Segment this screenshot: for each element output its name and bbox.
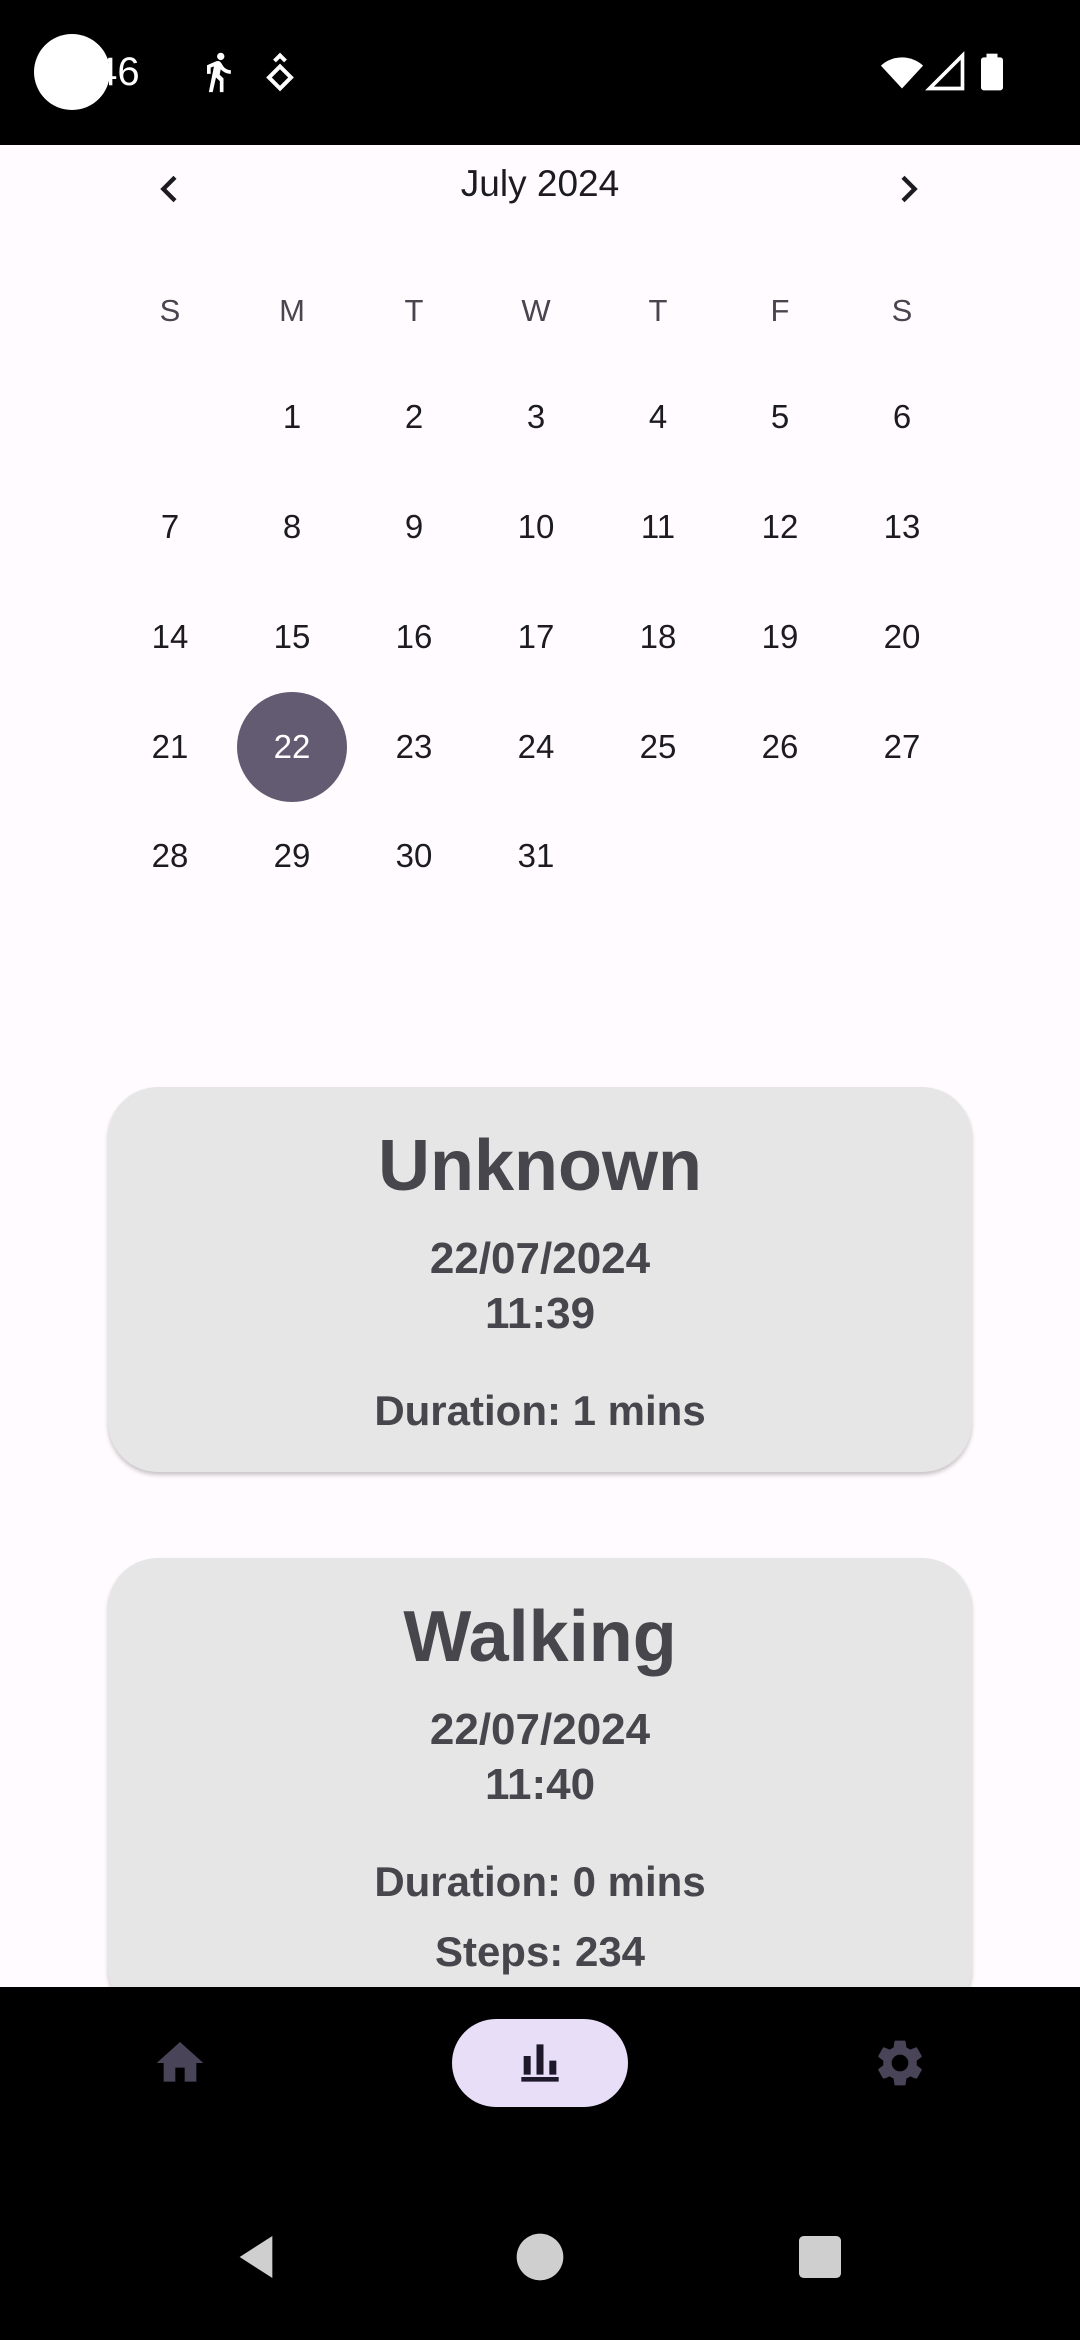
calendar-day[interactable]: 11	[603, 472, 713, 582]
bar-chart-icon	[521, 2044, 559, 2082]
calendar-day[interactable]: 7	[115, 472, 225, 582]
calendar-day[interactable]: 28	[115, 801, 225, 911]
calendar-day[interactable]: 1	[237, 362, 347, 472]
back-triangle-icon	[239, 2236, 273, 2278]
activity-title: Walking	[403, 1597, 677, 1677]
weekday-label: M	[279, 293, 305, 328]
calendar-day[interactable]: 13	[847, 472, 957, 582]
bottom-navigation	[0, 1987, 1080, 2177]
activity-steps: Steps: 234	[434, 1928, 646, 1975]
calendar-day[interactable]: 4	[603, 362, 713, 472]
calendar-day[interactable]: 18	[603, 582, 713, 692]
calendar-day[interactable]: 17	[481, 582, 591, 692]
chevron-right-icon	[901, 175, 918, 203]
weekday-label: S	[159, 293, 181, 328]
nav-stats-button[interactable]	[452, 2019, 628, 2107]
wifi-icon	[880, 50, 924, 94]
calendar-day[interactable]: 23	[359, 692, 469, 802]
recents-square-icon	[799, 2236, 841, 2278]
calendar-day[interactable]: 15	[237, 582, 347, 692]
activity-time: 11:40	[484, 1760, 596, 1809]
phone-screen: :46 July 2024 S M T W T F S 1 2 3 4 5 6 7 8 9 10	[0, 0, 1080, 2340]
next-month-button[interactable]	[880, 161, 936, 217]
weekday-label: T	[404, 293, 424, 328]
calendar-day[interactable]: 21	[115, 692, 225, 802]
calendar-day[interactable]: 8	[237, 472, 347, 582]
calendar-day[interactable]: 14	[115, 582, 225, 692]
weekday-label: F	[770, 293, 790, 328]
system-back-button[interactable]	[228, 2229, 284, 2285]
weekday-label: W	[521, 293, 551, 328]
system-recents-button[interactable]	[792, 2229, 848, 2285]
calendar-day-selected[interactable]: 22	[237, 692, 347, 802]
system-navigation-bar	[0, 2177, 1080, 2340]
calendar-day[interactable]: 12	[725, 472, 835, 582]
nav-settings-button[interactable]	[860, 2019, 940, 2107]
activity-time: 11:39	[484, 1289, 596, 1338]
running-icon	[196, 50, 240, 94]
calendar-day[interactable]: 5	[725, 362, 835, 472]
camera-cutout	[34, 34, 110, 110]
calendar-day[interactable]: 26	[725, 692, 835, 802]
activity-card[interactable]: Walking 22/07/2024 11:40 Duration: 0 min…	[108, 1558, 972, 1987]
system-home-button[interactable]	[512, 2229, 568, 2285]
battery-icon	[970, 50, 1014, 94]
home-circle-icon	[516, 2233, 564, 2281]
fitness-icon	[258, 50, 302, 94]
activity-date: 22/07/2024	[429, 1234, 651, 1283]
calendar-day[interactable]: 25	[603, 692, 713, 802]
activity-card[interactable]: Unknown 22/07/2024 11:39 Duration: 1 min…	[108, 1087, 972, 1472]
calendar-day[interactable]: 20	[847, 582, 957, 692]
app-content: July 2024 S M T W T F S 1 2 3 4 5 6 7 8 9 10 11 12 13 14 15 16…	[0, 145, 1080, 1987]
calendar-day[interactable]: 29	[237, 801, 347, 911]
calendar-day[interactable]: 16	[359, 582, 469, 692]
settings-gear-icon	[878, 2040, 922, 2086]
calendar-day[interactable]: 30	[359, 801, 469, 911]
weekday-label: T	[648, 293, 668, 328]
calendar-header: July 2024	[0, 145, 1080, 225]
calendar-day[interactable]: 24	[481, 692, 591, 802]
calendar-day[interactable]: 27	[847, 692, 957, 802]
calendar-day[interactable]: 2	[359, 362, 469, 472]
calendar-day[interactable]: 3	[481, 362, 591, 472]
weekday-label: S	[891, 293, 913, 328]
activity-duration: Duration: 1 mins	[374, 1387, 706, 1434]
calendar-day[interactable]: 10	[481, 472, 591, 582]
signal-icon	[924, 50, 968, 94]
activity-duration: Duration: 0 mins	[374, 1858, 706, 1905]
calendar-day[interactable]: 19	[725, 582, 835, 692]
status-bar: :46	[0, 0, 1080, 145]
nav-home-button[interactable]	[140, 2019, 220, 2107]
calendar-day[interactable]: 31	[481, 801, 591, 911]
activity-title: Unknown	[378, 1126, 702, 1206]
calendar-day[interactable]: 6	[847, 362, 957, 472]
calendar-day[interactable]: 9	[359, 472, 469, 582]
activity-date: 22/07/2024	[429, 1705, 651, 1754]
home-icon	[156, 2042, 204, 2082]
